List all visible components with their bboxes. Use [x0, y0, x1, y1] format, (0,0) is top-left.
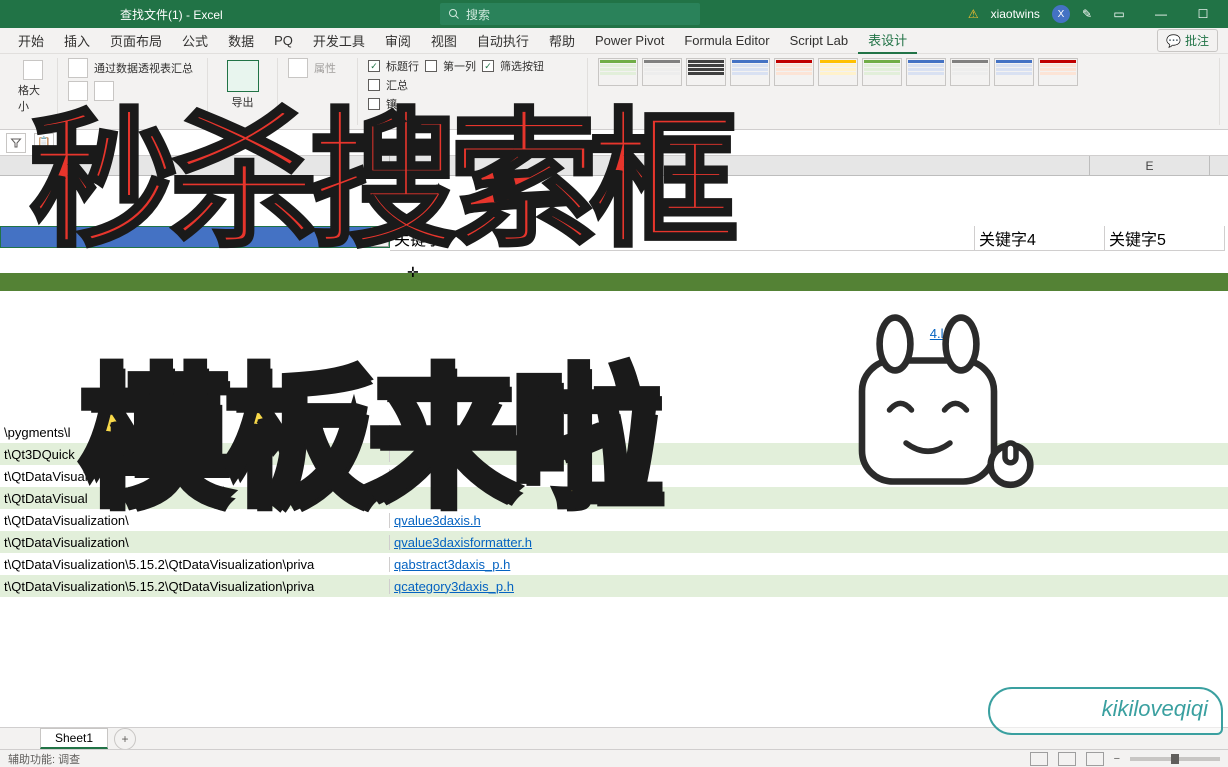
zoom-slider[interactable] [1130, 757, 1220, 761]
search-icon [448, 8, 460, 20]
search-box[interactable]: 搜索 [440, 3, 700, 25]
tab-formula[interactable]: 公式 [172, 28, 218, 54]
zoom-out-button[interactable]: − [1114, 753, 1120, 765]
tab-table-design[interactable]: 表设计 [858, 28, 917, 54]
link-cell[interactable]: qvalue3daxisformatter.h [390, 535, 975, 550]
status-bar: 辅助功能: 调查 − [0, 749, 1228, 767]
titlebar-right: ⚠ xiaotwins X ✎ ▭ — ☐ [968, 0, 1218, 28]
tab-pq[interactable]: PQ [264, 28, 303, 54]
link-cell[interactable]: qabstract3daxis_p.h [390, 557, 975, 572]
minimize-button[interactable]: — [1146, 0, 1176, 28]
ribbon-display-btn[interactable]: ✎ [1082, 7, 1092, 21]
overlay-title-2: 模板来啦 [80, 318, 656, 535]
tab-scriptlab[interactable]: Script Lab [780, 28, 859, 54]
tab-insert[interactable]: 插入 [54, 28, 100, 54]
view-layout-button[interactable] [1058, 752, 1076, 766]
table-row[interactable]: t\QtDataVisualization\5.15.2\QtDataVisua… [0, 553, 1228, 575]
view-normal-button[interactable] [1030, 752, 1048, 766]
green-band-row [0, 273, 1228, 291]
zoom-controls: − [1030, 752, 1220, 766]
tab-view[interactable]: 视图 [421, 28, 467, 54]
comment-icon: 💬 [1166, 34, 1181, 48]
overlay-title-1: 秒杀搜索框 [30, 60, 1218, 275]
tab-home[interactable]: 开始 [8, 28, 54, 54]
path-cell[interactable]: t\QtDataVisualization\5.15.2\QtDataVisua… [0, 557, 390, 572]
warning-icon: ⚠ [968, 7, 979, 21]
tab-layout[interactable]: 页面布局 [100, 28, 172, 54]
search-placeholder: 搜索 [466, 6, 490, 23]
view-break-button[interactable] [1086, 752, 1104, 766]
user-avatar[interactable]: X [1052, 5, 1070, 23]
tab-dev[interactable]: 开发工具 [303, 28, 375, 54]
comments-button[interactable]: 💬 批注 [1157, 29, 1218, 52]
path-cell[interactable]: t\QtDataVisualization\5.15.2\QtDataVisua… [0, 579, 390, 594]
watermark-text: kikiloveqiqi [1102, 696, 1208, 722]
ribbon-mode-icon[interactable]: ▭ [1104, 0, 1134, 28]
tab-formula-editor[interactable]: Formula Editor [674, 28, 779, 54]
link-cell[interactable]: qcategory3daxis_p.h [390, 579, 975, 594]
ribbon-tabs: 开始 插入 页面布局 公式 数据 PQ 开发工具 审阅 视图 自动执行 帮助 P… [0, 28, 1228, 54]
maximize-button[interactable]: ☐ [1188, 0, 1218, 28]
filter-icon[interactable] [6, 133, 26, 153]
window-title: 查找文件(1) - Excel [120, 6, 223, 23]
status-accessibility: 辅助功能: 调查 [8, 751, 80, 767]
tab-powerpivot[interactable]: Power Pivot [585, 28, 674, 54]
username: xiaotwins [991, 7, 1040, 21]
tab-data[interactable]: 数据 [218, 28, 264, 54]
tab-auto[interactable]: 自动执行 [467, 28, 539, 54]
sheet-tab[interactable]: Sheet1 [40, 728, 108, 749]
title-bar: 查找文件(1) - Excel 搜索 ⚠ xiaotwins X ✎ ▭ — ☐ [0, 0, 1228, 28]
add-sheet-button[interactable]: + [114, 728, 136, 750]
path-cell[interactable]: t\QtDataVisualization\ [0, 535, 390, 550]
mascot-icon [818, 300, 1038, 520]
tab-review[interactable]: 审阅 [375, 28, 421, 54]
tab-help[interactable]: 帮助 [539, 28, 585, 54]
table-row[interactable]: t\QtDataVisualization\5.15.2\QtDataVisua… [0, 575, 1228, 597]
